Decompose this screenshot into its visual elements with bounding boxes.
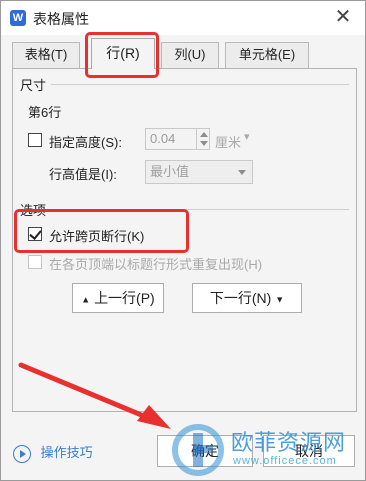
caret-down-icon: ▼ — [275, 294, 285, 305]
specify-height-label: 指定高度(S): — [49, 135, 122, 150]
allow-row-break-checkbox[interactable] — [28, 227, 42, 241]
cancel-button[interactable]: 取消 — [263, 435, 355, 467]
row-height-stepper[interactable] — [196, 128, 210, 150]
help-tips-link[interactable]: 操作技巧 — [13, 442, 93, 463]
table-properties-dialog: W 表格属性 ✕ 表格(T) 行(R) 列(U) 单元格(E) 尺寸 第6行 指… — [0, 0, 366, 481]
specify-height-checkbox[interactable] — [28, 133, 42, 147]
height-unit-label: 厘米 — [215, 135, 242, 150]
height-rule-select[interactable]: 最小值 — [145, 160, 253, 184]
dialog-title: 表格属性 — [33, 11, 89, 27]
size-section-heading: 尺寸 — [20, 78, 47, 93]
allow-row-break-label: 允许跨页断行(K) — [49, 229, 145, 244]
tab-cell[interactable]: 单元格(E) — [225, 42, 309, 68]
previous-row-button[interactable]: ▲ 上一行(P) — [72, 283, 164, 313]
wps-app-icon: W — [10, 10, 26, 26]
play-circle-icon — [13, 444, 31, 463]
stepper-up-icon[interactable] — [200, 132, 208, 137]
caret-up-icon: ▲ — [81, 294, 91, 305]
tab-table[interactable]: 表格(T) — [12, 42, 80, 68]
options-section-heading: 选项 — [20, 203, 47, 218]
next-row-button[interactable]: 下一行(N) ▼ — [192, 283, 302, 313]
stepper-down-icon[interactable] — [200, 141, 208, 146]
next-row-label: 下一行(N) — [209, 290, 272, 306]
height-rule-value: 最小值 — [150, 164, 190, 179]
close-button[interactable]: ✕ — [331, 6, 355, 30]
help-tips-label: 操作技巧 — [40, 445, 93, 460]
chevron-down-icon — [238, 170, 246, 175]
height-rule-label: 行高值是(I): — [49, 167, 117, 182]
title-bar: W 表格属性 ✕ — [1, 1, 365, 35]
unit-dropdown-icon[interactable]: ▾ — [244, 130, 250, 143]
ok-button[interactable]: 确定 — [157, 435, 253, 467]
repeat-header-label: 在各页顶端以标题行形式重复出现(H) — [49, 257, 263, 272]
tab-row[interactable]: 行(R) — [91, 38, 155, 69]
tab-column[interactable]: 列(U) — [161, 42, 219, 68]
options-section-divider — [51, 209, 349, 210]
current-row-label: 第6行 — [28, 105, 62, 120]
size-section-divider — [51, 84, 349, 85]
repeat-header-checkbox[interactable] — [28, 255, 42, 269]
previous-row-label: 上一行(P) — [94, 290, 155, 306]
